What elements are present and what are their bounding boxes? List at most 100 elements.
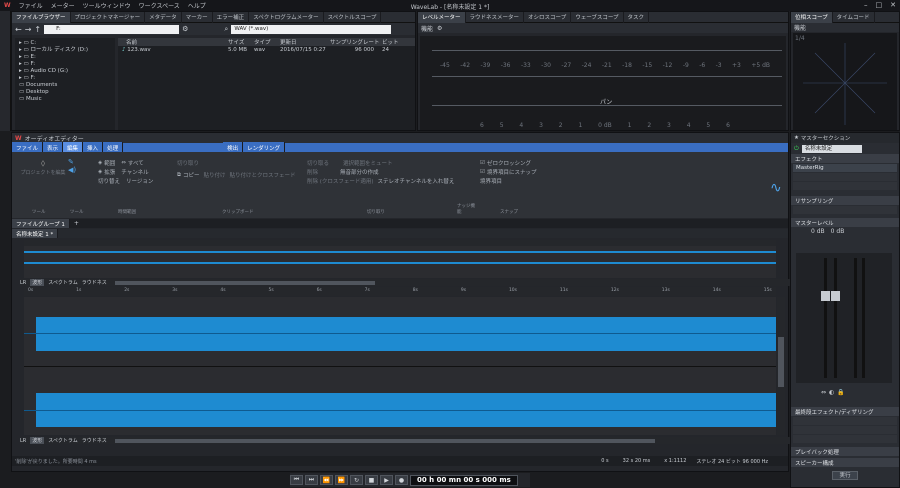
trim-button[interactable]: 切り取る [307, 159, 329, 167]
close-icon[interactable]: ✕ [890, 1, 896, 9]
go-start-icon[interactable]: ⏮ [290, 475, 303, 485]
swap-channels-button[interactable]: ステレオチャンネルを入れ替え [378, 177, 455, 185]
minimize-icon[interactable]: – [864, 1, 868, 9]
delete-crossfade-button[interactable]: 削除 (クロスフェード適用) [307, 177, 374, 185]
tab-level-meter[interactable]: レベルメーター [418, 11, 466, 23]
boundary-items-menu[interactable]: 境界項目 [480, 176, 550, 185]
record-icon[interactable]: ● [395, 475, 408, 485]
extend-button[interactable]: ◈ 拡張 [98, 168, 115, 176]
path-input[interactable]: F: [44, 24, 180, 34]
meter-settings-icon[interactable]: ⚙ [437, 25, 442, 32]
tab-loudness-meter[interactable]: ラウドネスメーター [466, 11, 525, 23]
col-date[interactable]: 更新日 [280, 38, 330, 46]
paste-crossfade-button[interactable]: 貼り付けとクロスフェード [229, 171, 295, 179]
tab-spectrogram[interactable]: スペクトログラムメーター [249, 11, 324, 23]
create-silence-button[interactable]: 無音部分の作成 [340, 168, 379, 176]
table-row[interactable]: ♪ 123.wav 5.0 MB wav 2016/07/15 0:27 96 … [118, 46, 415, 54]
tree-item[interactable]: ▸ ▭ ローカル ディスク (D:) [19, 47, 111, 54]
main-view-tab-lr[interactable]: LR [20, 438, 26, 444]
tab-marker[interactable]: マーカー [182, 11, 213, 23]
main-waveform[interactable] [24, 297, 776, 435]
play-icon[interactable]: ▶ [380, 475, 393, 485]
final-slot-3[interactable] [793, 435, 897, 443]
view-tab-lr[interactable]: LR [20, 280, 26, 286]
effect-slot-empty[interactable] [793, 173, 897, 181]
all-button[interactable]: ⇔ すべて [121, 159, 144, 167]
time-display[interactable]: 00 h 00 mn 00 s 000 ms [410, 474, 518, 486]
copy-button[interactable]: ⧉ コピー [177, 171, 199, 180]
effect-slot-empty[interactable] [793, 182, 897, 190]
place-documents[interactable]: ▭ Documents [19, 82, 111, 89]
range-button[interactable]: ◈ 範囲 [98, 159, 115, 167]
forward-arrow-icon[interactable]: → [25, 25, 32, 34]
place-music[interactable]: ▭ Music [19, 96, 111, 103]
tree-item[interactable]: ▸ ▭ C: [19, 40, 111, 47]
overview-scrollbar[interactable] [114, 280, 375, 285]
effect-slot-masterrig[interactable]: MasterRig [793, 164, 897, 172]
pencil-icon[interactable]: ✎ [68, 158, 98, 166]
vertical-scrollbar[interactable] [777, 297, 785, 435]
add-tab-icon[interactable]: + [74, 220, 79, 227]
final-slot-2[interactable] [793, 426, 897, 434]
mono-icon[interactable]: ◐ [829, 389, 834, 396]
col-name[interactable]: 名前 [118, 38, 228, 46]
tab-file-group[interactable]: ファイルグループ 1 [12, 219, 70, 228]
tab-task[interactable]: タスク [624, 11, 650, 23]
speaker-icon[interactable]: ◀) [68, 166, 98, 174]
snap-boundary-checkbox[interactable]: ☑ 境界項目にスナップ [480, 167, 550, 176]
settings-icon[interactable]: ⚙ [182, 25, 188, 33]
filter-select[interactable]: WAV (*.wav) [231, 24, 392, 34]
tab-document[interactable]: 名称未設定 1 * [12, 229, 59, 238]
go-end-icon[interactable]: ⏭ [305, 475, 318, 485]
view-tab-spectrum[interactable]: スペクトラム [48, 279, 78, 286]
stop-icon[interactable]: ■ [365, 475, 378, 485]
power-icon[interactable]: ⏻ [794, 145, 799, 153]
maximize-icon[interactable]: □ [876, 1, 883, 9]
loop-icon[interactable]: ↻ [350, 475, 363, 485]
scope-function-menu[interactable]: 機能 [794, 23, 806, 32]
mute-selection-button[interactable]: 選択範囲をミュート [343, 159, 393, 167]
view-tab-waveform[interactable]: 波形 [30, 279, 45, 286]
col-rate[interactable]: サンプリングレート [330, 38, 382, 46]
col-type[interactable]: タイプ [254, 38, 280, 46]
edit-project-icon[interactable]: ⬨ [18, 158, 68, 169]
search-icon[interactable]: ⌕ [224, 25, 228, 34]
overview-waveform[interactable] [24, 240, 776, 278]
col-bits[interactable]: ビット [382, 38, 407, 46]
forward-icon[interactable]: ⏩ [335, 475, 348, 485]
tree-item[interactable]: ▸ ▭ E: [19, 54, 111, 61]
cut-button[interactable]: 切り取り [177, 158, 302, 167]
tree-item[interactable]: ▸ ▭ Audio CD (G:) [19, 68, 111, 75]
tab-project-manager[interactable]: プロジェクトマネージャー [71, 11, 146, 23]
main-view-tab-waveform[interactable]: 波形 [30, 437, 45, 444]
toggle-button[interactable]: 切り替え [98, 177, 120, 185]
meter-function-menu[interactable]: 機能 [421, 24, 433, 33]
region-button[interactable]: リージョン [126, 177, 153, 185]
master-preset-field[interactable]: 名称未設定 [801, 144, 862, 153]
tab-error-correction[interactable]: エラー補正 [213, 11, 250, 23]
render-button[interactable]: 実行 [832, 471, 858, 480]
tab-oscilloscope[interactable]: オシロスコープ [524, 11, 572, 23]
main-scrollbar[interactable] [114, 438, 655, 443]
col-size[interactable]: サイズ [228, 38, 254, 46]
back-arrow-icon[interactable]: ← [15, 25, 22, 34]
link-icon[interactable]: ⇔ [821, 389, 826, 396]
tab-phase-scope[interactable]: 位相スコープ [791, 11, 833, 23]
tab-timecode[interactable]: タイムコード [833, 11, 875, 23]
final-slot-1[interactable] [793, 417, 897, 425]
tab-file-browser[interactable]: ファイルブラウザー [12, 11, 71, 23]
edit-project-button[interactable]: プロジェクトを編集 [18, 169, 68, 176]
view-tab-loudness[interactable]: ラウドネス [82, 279, 107, 286]
tab-wavescope[interactable]: ウェーブスコープ [571, 11, 624, 23]
fader-right[interactable] [831, 291, 840, 301]
zero-crossing-checkbox[interactable]: ☑ ゼロクロッシング [480, 158, 550, 167]
lock-icon[interactable]: 🔒 [837, 389, 844, 396]
main-view-tab-loudness[interactable]: ラウドネス [82, 437, 107, 444]
tab-metadata[interactable]: メタデータ [145, 11, 182, 23]
resampling-slot[interactable] [793, 206, 897, 214]
tree-item[interactable]: ▸ ▭ F: [19, 75, 111, 82]
main-ruler[interactable]: 0s 1s 2s 3s 4s 5s 6s 7s 8s 9s 10s 11s 12s 13s 14s 15s [24, 287, 776, 296]
tree-item[interactable]: ▸ ▭ F: [19, 61, 111, 68]
main-view-tab-spectrum[interactable]: スペクトラム [48, 437, 78, 444]
place-desktop[interactable]: ▭ Desktop [19, 89, 111, 96]
